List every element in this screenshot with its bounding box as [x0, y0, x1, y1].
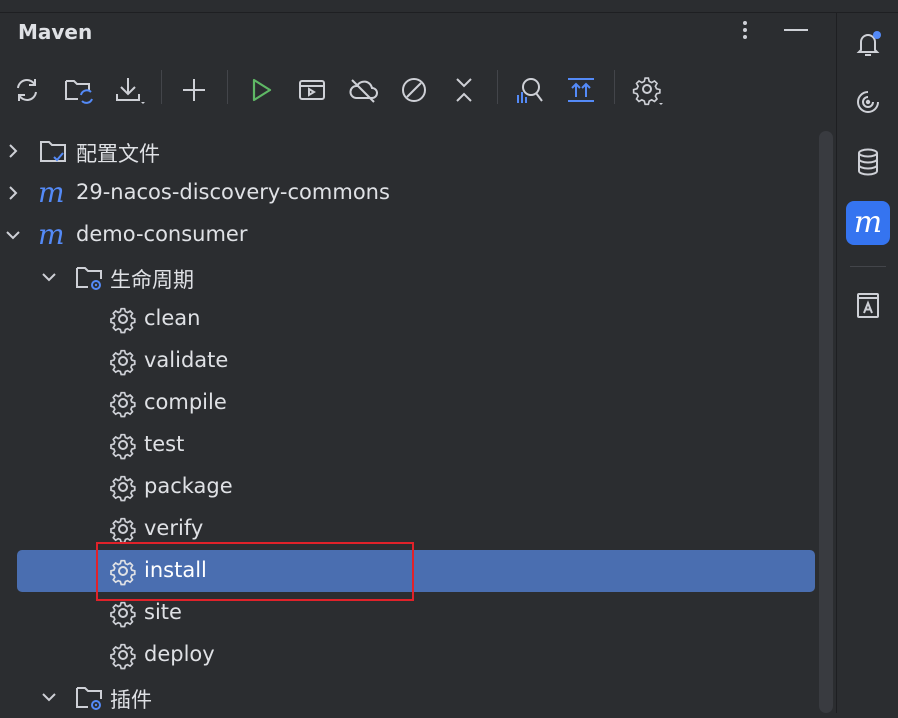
panel-title: Maven [18, 20, 93, 44]
gear-icon [110, 601, 136, 628]
lifecycle-goal-compile[interactable]: compile [0, 382, 816, 424]
ai-assistant-button[interactable] [846, 80, 890, 124]
lifecycle-goal-validate[interactable]: validate [0, 340, 816, 382]
vertical-scrollbar[interactable] [819, 131, 833, 713]
database-button[interactable] [846, 140, 890, 184]
goal-label: site [144, 600, 182, 624]
skip-icon [402, 78, 426, 102]
execute-goal-icon [299, 80, 325, 100]
toolbar-separator [227, 70, 228, 104]
toggle-offline-mode-button[interactable] [346, 73, 380, 107]
gear-icon [110, 391, 136, 418]
lifecycle-goal-deploy[interactable]: deploy [0, 634, 816, 676]
chevron-down-icon[interactable] [40, 688, 58, 706]
tree-item-label: 29-nacos-discovery-commons [76, 180, 390, 204]
gear-icon [110, 475, 136, 502]
chevron-down-icon[interactable] [40, 268, 58, 286]
lifecycle-folder-icon [76, 267, 102, 290]
analyze-icon [517, 78, 543, 103]
cloud-off-icon [349, 79, 378, 103]
lifecycle-goal-test[interactable]: test [0, 424, 816, 466]
swirl-icon [857, 91, 879, 113]
database-icon [858, 148, 878, 176]
gear-icon [110, 643, 136, 670]
toolbar-separator [850, 266, 886, 267]
tree-item-label: 插件 [110, 688, 152, 712]
tree-item-project[interactable]: m 29-nacos-discovery-commons [0, 172, 816, 214]
execute-maven-goal-button[interactable] [295, 73, 329, 107]
goal-label: validate [144, 348, 229, 372]
lifecycle-goal-clean[interactable]: clean [0, 298, 816, 340]
tree-item-plugins[interactable]: 插件 [0, 676, 816, 718]
expand-all-icon [568, 78, 594, 102]
toolbar-separator [161, 70, 162, 104]
download-sources-button[interactable] [113, 73, 147, 107]
analyze-dependencies-button[interactable] [513, 73, 547, 107]
chevron-down-icon[interactable] [4, 226, 22, 244]
maven-tool-button[interactable]: m [846, 201, 890, 245]
gear-icon [110, 517, 136, 544]
gear-icon [110, 349, 136, 376]
lifecycle-goal-package[interactable]: package [0, 466, 816, 508]
show-diagram-button[interactable] [564, 73, 598, 107]
download-icon [116, 78, 145, 104]
gear-icon [110, 433, 136, 460]
collapse-all-button[interactable] [447, 73, 481, 107]
tree-item-lifecycle[interactable]: 生命周期 [0, 256, 816, 298]
maven-icon: m [38, 176, 65, 209]
plus-icon [183, 79, 205, 101]
book-icon [857, 293, 879, 318]
settings-icon [632, 77, 663, 106]
refresh-icon [17, 79, 37, 101]
goal-label: clean [144, 306, 201, 330]
tree-item-label: demo-consumer [76, 222, 248, 246]
more-options-button[interactable] [731, 16, 759, 44]
run-maven-build-button[interactable] [244, 73, 278, 107]
notifications-button[interactable] [846, 22, 890, 66]
minimize-icon [784, 29, 808, 31]
vertical-ellipsis-icon [743, 21, 747, 39]
gear-icon [110, 307, 136, 334]
goal-label: test [144, 432, 185, 456]
window-top-strip [0, 0, 898, 13]
chevron-right-icon[interactable] [4, 142, 22, 160]
add-maven-project-button[interactable] [177, 73, 211, 107]
toolbar-separator [614, 70, 615, 104]
goal-label: deploy [144, 642, 215, 666]
chevron-right-icon[interactable] [4, 184, 22, 202]
tree-item-label: 配置文件 [76, 142, 160, 166]
tree-item-profiles[interactable]: 配置文件 [0, 130, 816, 172]
tree-item-project[interactable]: m demo-consumer [0, 214, 816, 256]
bell-icon [856, 31, 881, 56]
toolbar-separator [497, 70, 498, 104]
run-icon [252, 78, 272, 102]
annotation-highlight-box [96, 542, 414, 601]
skip-tests-button[interactable] [397, 73, 431, 107]
reload-all-maven-projects-button[interactable] [10, 73, 44, 107]
maven-icon: m [38, 218, 65, 251]
tree-item-label: 生命周期 [110, 268, 194, 292]
goal-label: package [144, 474, 233, 498]
reader-mode-button[interactable] [846, 283, 890, 327]
plugins-folder-icon [76, 687, 102, 710]
maven-icon: m [853, 205, 883, 240]
goal-label: verify [144, 516, 204, 540]
generate-sources-button[interactable] [62, 73, 96, 107]
folder-refresh-icon [65, 80, 93, 104]
minimize-button[interactable] [782, 16, 810, 44]
goal-label: compile [144, 390, 227, 414]
build-tool-settings-button[interactable] [631, 73, 665, 107]
profiles-folder-icon [40, 141, 66, 162]
collapse-icon [456, 78, 472, 102]
